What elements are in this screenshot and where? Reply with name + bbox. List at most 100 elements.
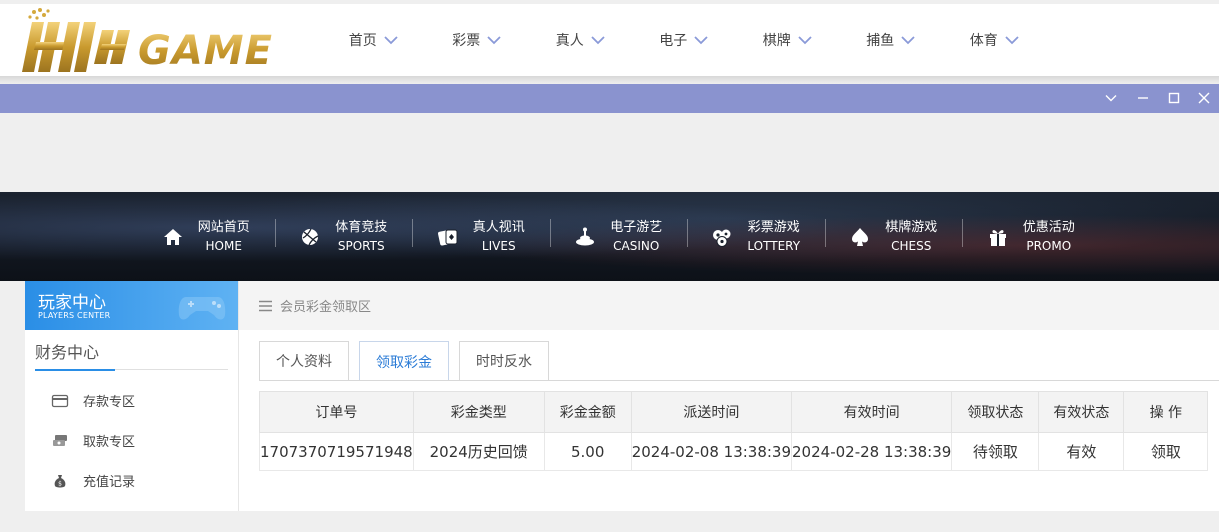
column-header: 领取状态 xyxy=(951,391,1040,433)
section-indicator xyxy=(35,369,115,371)
column-header: 有效时间 xyxy=(791,391,953,433)
site-header: GAME 首页 彩票 真人 电子 棋牌 捕鱼 体育 xyxy=(0,4,1219,76)
sidebar-subtitle: PLAYERS CENTER xyxy=(38,311,111,320)
main-nav-label: 彩票游戏 xyxy=(747,219,800,235)
column-header: 彩金类型 xyxy=(412,391,545,433)
column-header: 有效状态 xyxy=(1038,391,1125,433)
chevron-down-icon xyxy=(798,36,812,45)
menu-icon[interactable] xyxy=(259,300,272,312)
chevron-down-icon xyxy=(487,36,501,45)
main-nav-sublabel: CHESS xyxy=(891,238,932,253)
bonus-amount-cell: 5.00 xyxy=(543,432,632,471)
main-nav-sublabel: HOME xyxy=(205,238,242,253)
tab-rebate[interactable]: 时时反水 xyxy=(459,341,549,380)
tab-profile[interactable]: 个人资料 xyxy=(259,341,349,380)
main-nav-label: 真人视讯 xyxy=(472,219,525,235)
bonus-type-cell: 2024历史回馈 xyxy=(412,432,545,471)
bonus-table: 订单号 彩金类型 彩金金额 派送时间 有效时间 领取状态 有效状态 操 作 17… xyxy=(259,391,1209,471)
top-nav-label: 首页 xyxy=(348,33,377,49)
main-nav-home[interactable]: 网站首页 HOME xyxy=(137,192,275,281)
sidebar-header: 玩家中心 PLAYERS CENTER xyxy=(25,281,238,330)
sidebar-section-title: 财务中心 xyxy=(35,343,100,362)
cards-icon xyxy=(437,229,458,246)
svg-text:$: $ xyxy=(58,480,62,487)
top-nav-lottery[interactable]: 彩票 xyxy=(426,4,530,76)
main-nav-sublabel: LIVES xyxy=(481,238,516,253)
chevron-down-icon xyxy=(694,36,708,45)
top-nav-electronic[interactable]: 电子 xyxy=(633,4,737,76)
top-nav-live[interactable]: 真人 xyxy=(529,4,633,76)
main-nav-sublabel: CASINO xyxy=(613,238,660,253)
top-nav-label: 棋牌 xyxy=(762,33,791,49)
header-shadow xyxy=(0,76,1219,84)
window-titlebar xyxy=(0,84,1219,113)
chevron-down-icon xyxy=(591,36,605,45)
sidebar-item-recharge-record[interactable]: $ 充值记录 xyxy=(51,471,135,490)
claim-status-cell: 待领取 xyxy=(951,432,1040,471)
valid-time-cell: 2024-02-28 13:38:39 xyxy=(791,432,953,471)
gamepad-icon xyxy=(178,297,226,320)
main-nav-lottery[interactable]: 彩票游戏 LOTTERY xyxy=(687,192,825,281)
chevron-down-icon xyxy=(384,36,398,45)
top-nav-label: 捕鱼 xyxy=(866,33,895,49)
page-footer-gap xyxy=(0,511,1219,532)
main-nav: 网站首页 HOME 体育竞技 SPORTS 真人视讯 LIVES 电子游艺 CASINO… xyxy=(137,192,1100,281)
main-nav-label: 棋牌游戏 xyxy=(885,219,938,235)
top-nav-label: 彩票 xyxy=(452,33,481,49)
main-nav-promo[interactable]: 优惠活动 PROMO xyxy=(962,192,1100,281)
main-nav-sports[interactable]: 体育竞技 SPORTS xyxy=(274,192,413,281)
maximize-icon[interactable] xyxy=(1167,91,1181,105)
money-bag-icon: $ xyxy=(54,474,66,487)
main-nav-casino[interactable]: 电子游艺 CASINO xyxy=(549,192,688,281)
order-id-cell: 1707370719571948 xyxy=(259,432,414,471)
cash-icon xyxy=(53,434,67,446)
main-nav-label: 网站首页 xyxy=(197,219,250,235)
breadcrumb-label: 会员彩金领取区 xyxy=(280,300,372,315)
sidebar-item-withdraw[interactable]: 取款专区 xyxy=(51,431,135,450)
top-nav: 首页 彩票 真人 电子 棋牌 捕鱼 体育 xyxy=(322,4,1047,76)
main-nav-chess[interactable]: 棋牌游戏 CHESS xyxy=(824,192,963,281)
ball-icon xyxy=(302,228,319,245)
chevron-down-icon xyxy=(901,36,915,45)
chevron-down-icon[interactable] xyxy=(1104,91,1118,105)
column-header: 订单号 xyxy=(259,391,414,433)
home-icon xyxy=(163,228,182,245)
sidebar-item-label: 充值记录 xyxy=(83,475,136,490)
top-nav-label: 电子 xyxy=(659,33,688,49)
valid-status-cell: 有效 xyxy=(1038,432,1125,471)
main-nav-label: 优惠活动 xyxy=(1022,219,1075,235)
claim-link[interactable]: 领取 xyxy=(1123,432,1209,471)
main-nav-sublabel: LOTTERY xyxy=(747,238,801,253)
minimize-icon[interactable] xyxy=(1136,91,1150,105)
spade-icon xyxy=(852,227,869,246)
top-nav-label: 真人 xyxy=(555,33,584,49)
top-nav-sports[interactable]: 体育 xyxy=(943,4,1047,76)
chevron-down-icon xyxy=(1005,36,1019,45)
close-icon[interactable] xyxy=(1197,91,1211,105)
tab-divider xyxy=(259,380,1219,381)
tab-claim-bonus[interactable]: 领取彩金 xyxy=(359,341,449,381)
sidebar-item-deposit[interactable]: 存款专区 xyxy=(51,391,135,410)
column-header: 操 作 xyxy=(1123,391,1209,433)
main-nav-banner: 网站首页 HOME 体育竞技 SPORTS 真人视讯 LIVES 电子游艺 CASINO… xyxy=(0,192,1219,281)
table-header-row: 订单号 彩金类型 彩金金额 派送时间 有效时间 领取状态 有效状态 操 作 xyxy=(259,391,1209,433)
gift-icon xyxy=(989,229,1006,246)
main-content: 会员彩金领取区 个人资料 领取彩金 时时反水 订单号 彩金类型 彩金金额 派送时… xyxy=(239,281,1219,511)
sidebar-title: 玩家中心 xyxy=(38,293,106,313)
sidebar-item-label: 存款专区 xyxy=(83,395,136,410)
top-nav-label: 体育 xyxy=(969,33,998,49)
main-nav-sublabel: SPORTS xyxy=(337,238,385,253)
column-header: 彩金金额 xyxy=(543,391,632,433)
send-time-cell: 2024-02-08 13:38:39 xyxy=(630,432,793,471)
card-icon xyxy=(51,394,69,407)
player-center-sidebar: 玩家中心 PLAYERS CENTER 财务中心 存款专区 取款专区 $ 充值记… xyxy=(25,281,239,511)
top-nav-home[interactable]: 首页 xyxy=(322,4,426,76)
main-nav-lives[interactable]: 真人视讯 LIVES xyxy=(412,192,550,281)
main-nav-label: 体育竞技 xyxy=(335,219,388,235)
breadcrumb: 会员彩金领取区 xyxy=(239,281,1219,330)
svg-text:GAME: GAME xyxy=(138,28,273,74)
top-nav-chess[interactable]: 棋牌 xyxy=(736,4,840,76)
hh-game-logo[interactable]: GAME xyxy=(22,6,284,76)
main-nav-label: 电子游艺 xyxy=(610,219,663,235)
top-nav-fishing[interactable]: 捕鱼 xyxy=(840,4,944,76)
